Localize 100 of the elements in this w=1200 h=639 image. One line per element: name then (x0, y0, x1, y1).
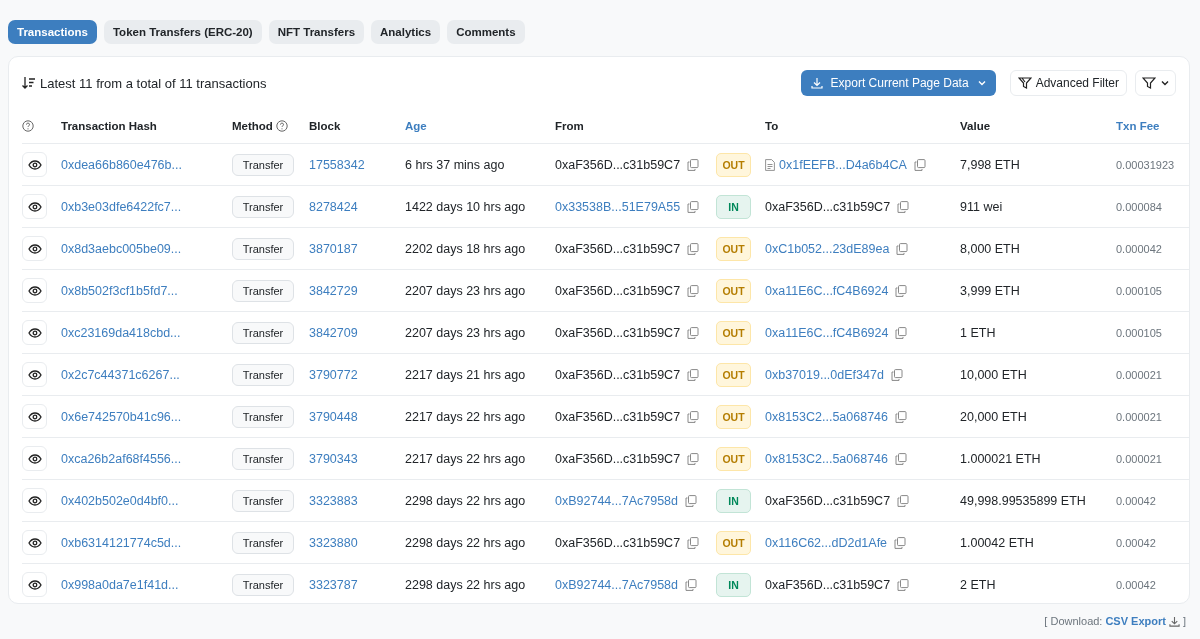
from-address: 0xaF356D...c31b59C7 (555, 283, 681, 298)
copy-icon[interactable] (687, 410, 700, 423)
eye-icon (27, 327, 42, 338)
tab[interactable]: Transactions (8, 20, 97, 44)
transactions-summary: Latest 11 from a total of 11 transactions (40, 75, 267, 91)
fee-text: 0.00031923 (1116, 158, 1175, 171)
transaction-hash-link[interactable]: 0x8d3aebc005be09... (61, 241, 182, 256)
to-address[interactable]: 0xb37019...0dEf347d (765, 367, 884, 382)
block-link[interactable]: 3323880 (309, 535, 358, 550)
direction-badge: OUT (716, 236, 751, 261)
copy-icon[interactable] (687, 242, 700, 255)
transaction-hash-link[interactable]: 0xb6314121774c5d... (61, 535, 182, 550)
copy-icon[interactable] (897, 578, 910, 591)
value-text: 8,000 ETH (960, 241, 1020, 256)
copy-icon[interactable] (687, 536, 700, 549)
copy-icon[interactable] (687, 200, 700, 213)
block-link[interactable]: 3870187 (309, 241, 358, 256)
preview-button[interactable] (22, 446, 47, 471)
block-link[interactable]: 3842729 (309, 283, 358, 298)
to-address: 0xaF356D...c31b59C7 (765, 493, 891, 508)
preview-button[interactable] (22, 236, 47, 261)
copy-icon[interactable] (894, 536, 907, 549)
preview-button[interactable] (22, 530, 47, 555)
help-icon[interactable] (22, 120, 34, 132)
copy-icon[interactable] (895, 326, 908, 339)
preview-button[interactable] (22, 404, 47, 429)
age-text: 2217 days 22 hrs ago (405, 451, 526, 466)
filter-dropdown-button[interactable] (1135, 70, 1176, 96)
transaction-hash-link[interactable]: 0x998a0da7e1f41d... (61, 577, 179, 592)
copy-icon[interactable] (897, 200, 910, 213)
to-address[interactable]: 0xa11E6C...fC4B6924 (765, 283, 889, 298)
eye-icon (27, 579, 42, 590)
help-icon[interactable] (275, 120, 288, 132)
eye-icon (27, 411, 42, 422)
transaction-hash-link[interactable]: 0x6e742570b41c96... (61, 409, 182, 424)
eye-icon (27, 243, 42, 254)
preview-button[interactable] (22, 194, 47, 219)
preview-button[interactable] (22, 572, 47, 597)
value-text: 1.00042 ETH (960, 535, 1034, 550)
age-text: 2298 days 22 hrs ago (405, 535, 526, 550)
method-badge: Transfer (232, 153, 294, 176)
to-address[interactable]: 0x116C62...dD2d1Afe (765, 535, 888, 550)
to-address[interactable]: 0xa11E6C...fC4B6924 (765, 325, 889, 340)
column-header[interactable]: Txn Fee (1116, 120, 1160, 132)
block-link[interactable]: 8278424 (309, 199, 358, 214)
block-link[interactable]: 3790772 (309, 367, 358, 382)
direction-badge: OUT (716, 530, 751, 555)
from-address: 0xaF356D...c31b59C7 (555, 241, 681, 256)
copy-icon[interactable] (897, 494, 910, 507)
block-link[interactable]: 3323787 (309, 577, 358, 592)
transaction-hash-link[interactable]: 0xb3e03dfe6422fc7... (61, 199, 182, 214)
transaction-hash-link[interactable]: 0x402b502e0d4bf0... (61, 493, 179, 508)
value-text: 1.000021 ETH (960, 451, 1041, 466)
export-button[interactable]: Export Current Page Data (800, 70, 996, 96)
to-address: 0xaF356D...c31b59C7 (765, 199, 891, 214)
copy-icon[interactable] (895, 452, 908, 465)
copy-icon[interactable] (687, 326, 700, 339)
transaction-hash-link[interactable]: 0x8b502f3cf1b5fd7... (61, 283, 178, 298)
transaction-hash-link[interactable]: 0xdea66b860e476b... (61, 157, 182, 172)
from-address[interactable]: 0x33538B...51E79A55 (555, 199, 681, 214)
block-link[interactable]: 17558342 (309, 157, 365, 172)
copy-icon[interactable] (895, 410, 908, 423)
copy-icon[interactable] (895, 284, 908, 297)
preview-button[interactable] (22, 362, 47, 387)
copy-icon[interactable] (896, 242, 909, 255)
fee-text: 0.000021 (1116, 368, 1162, 381)
tab[interactable]: NFT Transfers (268, 20, 365, 44)
copy-icon[interactable] (687, 158, 700, 171)
transaction-hash-link[interactable]: 0xc23169da418cbd... (61, 325, 181, 340)
transaction-hash-link[interactable]: 0xca26b2af68f4556... (61, 451, 182, 466)
column-header: Block (309, 120, 341, 132)
copy-icon[interactable] (687, 368, 700, 381)
block-link[interactable]: 3842709 (309, 325, 358, 340)
advanced-filter-button[interactable]: Advanced Filter (1009, 70, 1127, 96)
csv-export-link[interactable]: CSV Export (1105, 615, 1166, 627)
block-link[interactable]: 3323883 (309, 493, 358, 508)
copy-icon[interactable] (890, 368, 903, 381)
preview-button[interactable] (22, 488, 47, 513)
transaction-hash-link[interactable]: 0x2c7c44371c6267... (61, 367, 180, 382)
tab[interactable]: Token Transfers (ERC-20) (103, 20, 262, 44)
preview-button[interactable] (22, 278, 47, 303)
block-link[interactable]: 3790343 (309, 451, 358, 466)
to-address[interactable]: 0x8153C2...5a068746 (765, 409, 889, 424)
tab[interactable]: Comments (447, 20, 525, 44)
block-link[interactable]: 3790448 (309, 409, 358, 424)
copy-icon[interactable] (687, 284, 700, 297)
column-header[interactable]: Age (405, 120, 427, 132)
to-address[interactable]: 0x8153C2...5a068746 (765, 451, 889, 466)
from-address[interactable]: 0xB92744...7Ac7958d (555, 577, 679, 592)
tab[interactable]: Analytics (371, 20, 441, 44)
preview-button[interactable] (22, 320, 47, 345)
preview-button[interactable] (22, 152, 47, 177)
to-address[interactable]: 0x1fEEFB...D4a6b4CA (779, 157, 907, 172)
copy-icon[interactable] (685, 578, 698, 591)
copy-icon[interactable] (913, 158, 926, 171)
to-address[interactable]: 0xC1b052...23dE89ea (765, 241, 890, 256)
from-address: 0xaF356D...c31b59C7 (555, 367, 681, 382)
copy-icon[interactable] (685, 494, 698, 507)
copy-icon[interactable] (687, 452, 700, 465)
from-address[interactable]: 0xB92744...7Ac7958d (555, 493, 679, 508)
